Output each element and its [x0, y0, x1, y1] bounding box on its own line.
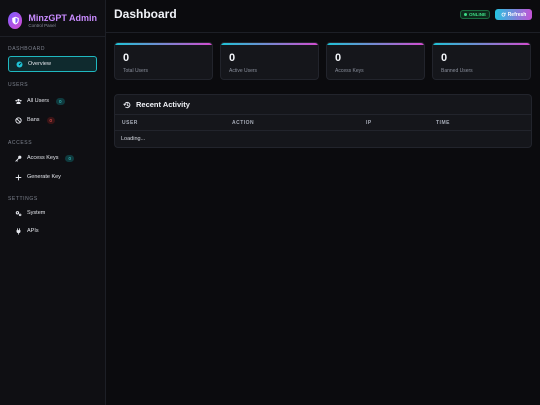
sidebar-item-apis[interactable]: APIs	[8, 223, 97, 239]
sidebar-item-all-users[interactable]: All Users 0	[8, 93, 97, 109]
column-header-action: ACTION	[232, 120, 255, 126]
stat-card-accent	[327, 43, 424, 45]
stat-label: Access Keys	[335, 68, 364, 74]
table-header: USER ACTION IP TIME	[115, 115, 531, 131]
sidebar-item-access-keys[interactable]: Access Keys 0	[8, 150, 97, 166]
column-header-ip: IP	[366, 120, 372, 126]
plus-icon	[15, 174, 22, 181]
status-label: ONLINE	[469, 12, 487, 17]
status-dot-icon	[464, 13, 467, 16]
gears-icon	[15, 210, 22, 217]
column-header-time: TIME	[436, 120, 450, 126]
stat-card-accent	[433, 43, 530, 45]
header-divider	[106, 32, 540, 33]
ban-icon	[15, 116, 22, 124]
sidebar-item-system[interactable]: System	[8, 205, 97, 221]
keys-count-badge: 0	[65, 154, 74, 162]
stat-value: 0	[441, 52, 448, 64]
users-icon	[15, 98, 22, 105]
sidebar-item-label: Generate Key	[27, 174, 61, 180]
sidebar-item-label: All Users	[27, 98, 50, 104]
refresh-button[interactable]: Refresh	[495, 9, 532, 20]
sidebar-item-generate-key[interactable]: Generate Key	[8, 169, 97, 185]
page-title: Dashboard	[114, 7, 177, 21]
stat-card-access-keys: 0 Access Keys	[326, 42, 425, 80]
stat-value: 0	[335, 52, 342, 64]
main-content: Dashboard ONLINE Refresh 0 Total Users 0…	[106, 0, 540, 405]
sidebar: MinzGPT Admin Control Panel DASHBOARD Ov…	[0, 0, 106, 405]
section-dashboard: DASHBOARD	[8, 46, 46, 52]
section-access: ACCESS	[8, 140, 33, 146]
stat-card-accent	[221, 43, 318, 45]
stat-card-accent	[115, 43, 212, 45]
recent-activity-panel: Recent Activity USER ACTION IP TIME	[114, 94, 532, 148]
users-count-badge: 0	[56, 97, 65, 105]
panel-header: Recent Activity	[115, 95, 531, 115]
brand-title: MinzGPT Admin	[28, 12, 97, 23]
column-header-user: USER	[122, 120, 138, 126]
status-badge: ONLINE	[460, 10, 491, 19]
loading-text: Loading...	[121, 136, 146, 142]
stat-value: 0	[123, 52, 130, 64]
refresh-label: Refresh	[507, 11, 527, 18]
brand-subtitle: Control Panel	[28, 22, 56, 28]
bans-count-badge: 0	[46, 116, 56, 124]
sidebar-item-overview[interactable]: Overview	[8, 56, 97, 72]
sidebar-item-label: Overview	[28, 61, 51, 67]
shield-logo-icon	[8, 12, 23, 29]
sidebar-item-bans[interactable]: Bans 0	[8, 112, 97, 128]
brand-divider	[0, 36, 105, 37]
section-users: USERS	[8, 82, 29, 88]
refresh-icon	[501, 12, 506, 17]
sidebar-item-label: APIs	[27, 228, 39, 234]
gauge-icon	[16, 60, 23, 68]
brand: MinzGPT Admin Control Panel	[0, 0, 105, 32]
stat-label: Banned Users	[441, 68, 473, 74]
stat-label: Active Users	[229, 68, 258, 74]
sidebar-item-label: Access Keys	[27, 155, 59, 161]
key-icon	[15, 155, 22, 162]
panel-title: Recent Activity	[136, 100, 190, 109]
stat-card-total-users: 0 Total Users	[114, 42, 213, 80]
sidebar-item-label: System	[27, 210, 46, 216]
plug-icon	[15, 227, 22, 235]
section-settings: SETTINGS	[8, 196, 38, 202]
stat-card-active-users: 0 Active Users	[220, 42, 319, 80]
stat-card-banned-users: 0 Banned Users	[432, 42, 531, 80]
stat-value: 0	[229, 52, 236, 64]
history-icon	[123, 101, 131, 109]
stat-label: Total Users	[123, 68, 149, 74]
sidebar-item-label: Bans	[27, 117, 40, 123]
